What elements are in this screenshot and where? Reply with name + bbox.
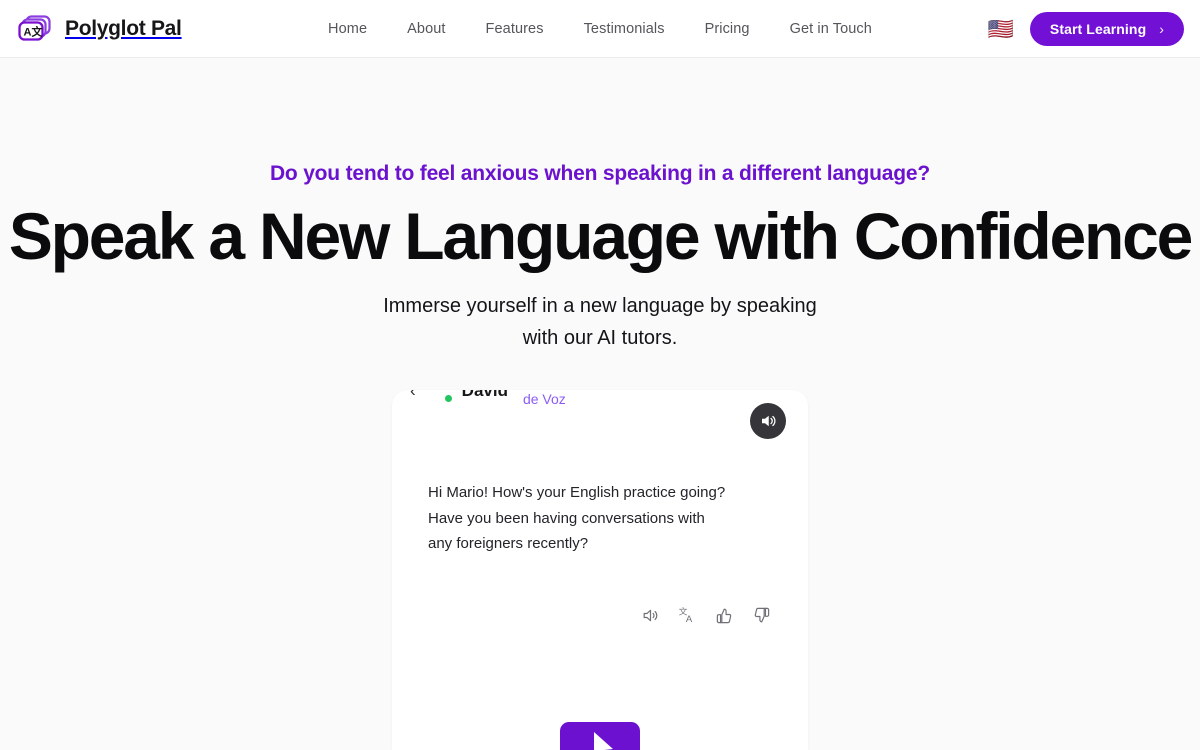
header-actions: 🇺🇸 Start Learning ›	[988, 0, 1184, 58]
hero-subhead-line1: Immerse yourself in a new language by sp…	[383, 295, 817, 318]
chat-peer-name: David	[461, 390, 508, 400]
nav-link-about[interactable]: About	[387, 21, 465, 37]
listen-icon[interactable]	[640, 605, 660, 625]
translate-icon[interactable]: 文 A	[677, 605, 697, 625]
nav-link-features[interactable]: Features	[466, 21, 564, 37]
us-flag-icon[interactable]: 🇺🇸	[988, 19, 1014, 40]
hero-section: Do you tend to feel anxious when speakin…	[0, 58, 1200, 354]
nav-link-home[interactable]: Home	[308, 21, 387, 37]
svg-text:A: A	[685, 613, 692, 624]
hero-subhead: Immerse yourself in a new language by sp…	[320, 290, 880, 354]
nav-link-pricing[interactable]: Pricing	[685, 21, 770, 37]
hero-subhead-line2: with our AI tutors.	[522, 327, 678, 350]
cursor-pointer-icon	[594, 732, 613, 750]
thumbs-up-icon[interactable]	[714, 605, 734, 625]
chat-peer-tag: de Voz	[522, 391, 566, 407]
chat-preview-card: ‹ David de Voz Hi Mario! How's your Engl…	[392, 390, 808, 750]
avatar	[425, 390, 454, 405]
record-voice-button[interactable]	[560, 722, 640, 750]
start-learning-button[interactable]: Start Learning ›	[1029, 12, 1184, 46]
back-chevron-icon[interactable]: ‹	[410, 390, 416, 401]
nav-link-testimonials[interactable]: Testimonials	[564, 21, 685, 37]
chat-header: ‹ David de Voz	[392, 390, 808, 408]
online-status-dot	[442, 393, 454, 404]
speaker-icon	[762, 415, 776, 427]
speaker-toggle-button[interactable]	[750, 403, 786, 439]
thumbs-down-icon[interactable]	[751, 605, 771, 625]
page-title: Speak a New Language with Confidence	[8, 199, 1194, 273]
nav-link-get-in-touch[interactable]: Get in Touch	[770, 21, 892, 37]
hero-eyebrow: Do you tend to feel anxious when speakin…	[269, 162, 931, 185]
start-learning-label: Start Learning	[1049, 21, 1147, 37]
site-header: A 文 Polyglot Pal Home About Features Tes…	[0, 0, 1200, 58]
chevron-right-icon: ›	[1159, 21, 1164, 37]
message-action-bar: 文 A	[640, 605, 771, 625]
chat-message: Hi Mario! How's your English practice go…	[428, 484, 726, 553]
